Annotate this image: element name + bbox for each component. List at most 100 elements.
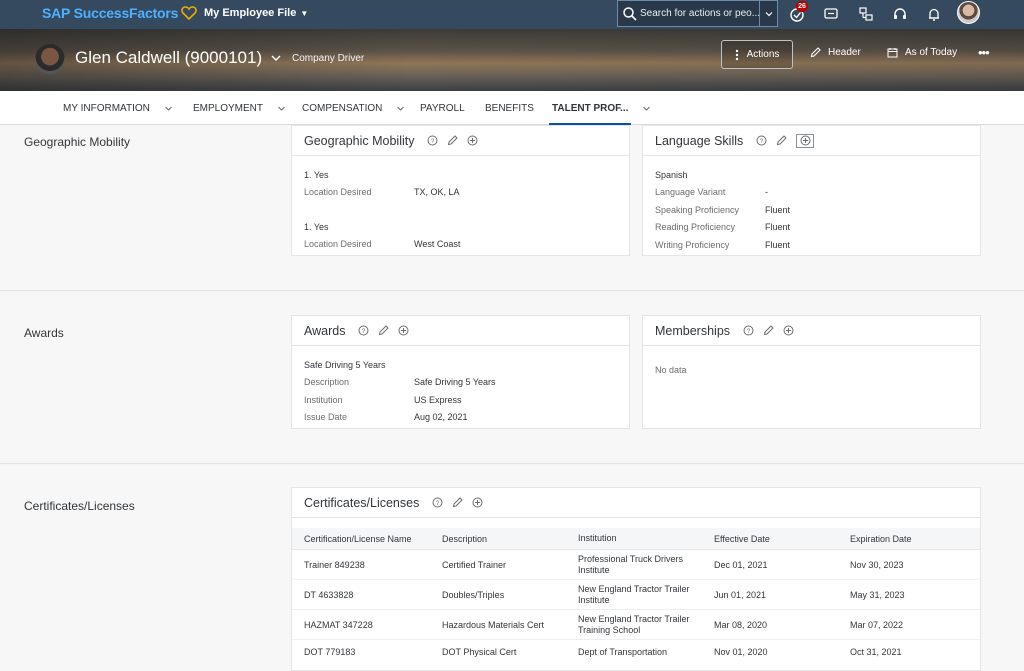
help-headset-icon[interactable] bbox=[891, 5, 909, 23]
table-cell: Jun 01, 2021 bbox=[714, 589, 767, 600]
help-icon[interactable]: ? bbox=[358, 325, 369, 336]
field-label: Issue Date bbox=[304, 412, 348, 423]
tab-my-information[interactable]: MY INFORMATION bbox=[63, 103, 173, 114]
feedback-icon[interactable] bbox=[822, 5, 840, 23]
field-value: TX, OK, LA bbox=[414, 187, 460, 198]
edit-pencil-icon[interactable] bbox=[452, 497, 464, 508]
tab-employment[interactable]: EMPLOYMENT bbox=[193, 103, 286, 114]
as-of-date-button[interactable]: As of Today bbox=[887, 47, 957, 58]
table-cell: Trainer 849238 bbox=[304, 559, 365, 570]
field-label: Location Desired bbox=[304, 187, 372, 198]
user-avatar[interactable] bbox=[957, 1, 980, 24]
table-cell: DOT Physical Cert bbox=[442, 647, 517, 657]
card-header: Awards ? bbox=[292, 316, 629, 346]
as-of-date-label: As of Today bbox=[905, 47, 958, 58]
edit-pencil-icon[interactable] bbox=[378, 325, 390, 336]
chevron-down-icon bbox=[271, 55, 281, 61]
shell-bar: SAP SuccessFactors My Employee File ▼ Se… bbox=[0, 0, 1024, 29]
awards-card: Awards ? Safe Driving 5 Years Descriptio… bbox=[291, 315, 630, 429]
add-icon bbox=[800, 135, 811, 146]
field-value: Fluent bbox=[765, 222, 791, 233]
tab-label: MY INFORMATION bbox=[63, 103, 150, 114]
employee-role: Company Driver bbox=[292, 53, 365, 64]
actions-button[interactable]: Actions bbox=[721, 40, 793, 69]
search-dropdown-button[interactable] bbox=[759, 1, 777, 26]
section-title: Geographic Mobility bbox=[24, 135, 131, 149]
sap-successfactors-logo[interactable]: SAP SuccessFactors bbox=[42, 5, 198, 21]
table-cell: Mar 07, 2022 bbox=[850, 619, 904, 630]
table-cell: Oct 31, 2021 bbox=[850, 647, 902, 657]
tab-label: TALENT PROF... bbox=[552, 103, 629, 114]
header-button[interactable]: Header bbox=[810, 47, 861, 58]
field-value: Aug 02, 2021 bbox=[414, 412, 468, 423]
card-title: Geographic Mobility bbox=[304, 133, 415, 148]
add-icon[interactable] bbox=[398, 325, 409, 336]
search-icon bbox=[623, 6, 637, 21]
table-cell: May 31, 2023 bbox=[850, 589, 905, 600]
table-cell: DT 4633828 bbox=[304, 589, 354, 600]
add-icon[interactable] bbox=[467, 135, 478, 146]
add-icon[interactable] bbox=[472, 497, 483, 508]
section-title: Awards bbox=[24, 326, 64, 340]
chevron-down-icon bbox=[765, 11, 772, 16]
card-title: Awards bbox=[304, 323, 346, 338]
card-header: Certificates/Licenses ? bbox=[292, 488, 980, 518]
search-field[interactable]: Search for actions or peo... bbox=[617, 0, 778, 27]
table-cell: Dec 01, 2021 bbox=[714, 559, 768, 570]
employee-photo bbox=[35, 44, 65, 74]
tab-label: PAYROLL bbox=[420, 103, 465, 114]
chevron-down-icon bbox=[643, 106, 651, 111]
help-icon[interactable]: ? bbox=[743, 325, 754, 336]
entry-index: 1. Yes bbox=[304, 169, 329, 180]
chevron-down-icon bbox=[397, 106, 405, 111]
employee-header: Glen Caldwell (9000101) Company Driver A… bbox=[0, 29, 1024, 91]
entry-index: 1. Yes bbox=[304, 221, 329, 232]
search-input[interactable]: Search for actions or peo... bbox=[640, 8, 762, 19]
add-button[interactable] bbox=[796, 133, 815, 148]
table-row: HAZMAT 347228 Hazardous Materials Cert N… bbox=[292, 610, 980, 640]
app-menu-label: My Employee File bbox=[204, 7, 297, 19]
card-body: 1. Yes Location Desired TX, OK, LA 1. Yes… bbox=[292, 156, 629, 253]
chevron-down-icon bbox=[278, 106, 285, 111]
caret-down-icon: ▼ bbox=[300, 8, 309, 18]
org-chart-icon[interactable] bbox=[857, 5, 875, 23]
employee-name-selector[interactable]: Glen Caldwell (9000101) bbox=[75, 48, 282, 68]
certificates-table: Certification/License Name Description I… bbox=[292, 528, 980, 664]
notification-bell-icon[interactable] bbox=[925, 5, 943, 23]
language-name: Spanish bbox=[655, 169, 688, 180]
svg-text:?: ? bbox=[747, 328, 751, 335]
edit-pencil-icon[interactable] bbox=[763, 325, 774, 336]
card-header: Memberships ? bbox=[643, 316, 980, 346]
svg-text:?: ? bbox=[760, 138, 764, 145]
table-cell: Doubles/Triples bbox=[442, 589, 505, 600]
table-header-row: Certification/License Name Description I… bbox=[292, 528, 980, 550]
section-title: Certificates/Licenses bbox=[24, 499, 135, 513]
column-header: Expiration Date bbox=[850, 533, 912, 544]
tab-talent-profile[interactable]: TALENT PROF... bbox=[552, 103, 651, 114]
table-cell: DOT 779183 bbox=[304, 647, 356, 657]
tab-benefits[interactable]: BENEFITS bbox=[485, 103, 534, 114]
pencil-icon bbox=[810, 47, 821, 58]
table-row: Trainer 849238 Certified Trainer Profess… bbox=[292, 550, 980, 580]
employee-name: Glen Caldwell (9000101) bbox=[75, 48, 263, 67]
help-icon[interactable]: ? bbox=[756, 135, 767, 146]
table-cell: HAZMAT 347228 bbox=[304, 619, 373, 630]
more-options-icon[interactable]: ••• bbox=[978, 45, 990, 60]
table-cell: Dept of Transportation bbox=[578, 646, 668, 657]
table-cell: New England Tractor Trailer Training Sch… bbox=[578, 613, 690, 635]
edit-pencil-icon[interactable] bbox=[447, 135, 459, 146]
tab-compensation[interactable]: COMPENSATION bbox=[302, 103, 405, 114]
app-menu-button[interactable]: My Employee File ▼ bbox=[204, 7, 308, 19]
award-name: Safe Driving 5 Years bbox=[304, 359, 386, 370]
add-icon[interactable] bbox=[783, 325, 794, 336]
table-cell: New England Tractor Trailer Institute bbox=[578, 583, 690, 605]
help-icon[interactable]: ? bbox=[427, 135, 438, 146]
field-value: Fluent bbox=[765, 204, 791, 215]
tab-payroll[interactable]: PAYROLL bbox=[420, 103, 465, 114]
edit-pencil-icon[interactable] bbox=[776, 135, 787, 146]
table-cell: Hazardous Materials Cert bbox=[442, 619, 545, 630]
vertical-dots-icon bbox=[735, 49, 738, 60]
header-button-label: Header bbox=[828, 47, 861, 58]
help-icon[interactable]: ? bbox=[432, 497, 443, 508]
language-skills-card: Language Skills ? Spanish Language Varia… bbox=[642, 125, 981, 256]
